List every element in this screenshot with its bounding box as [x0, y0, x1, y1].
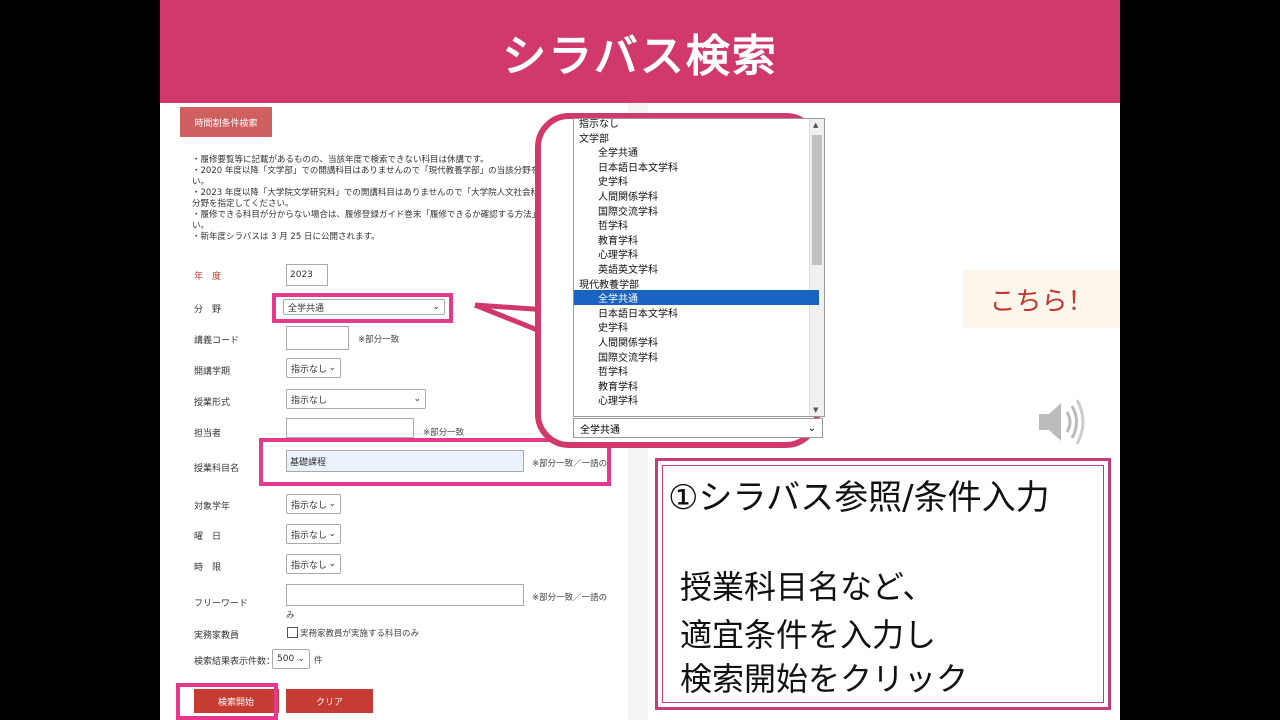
listbox-option[interactable]: 指示なし: [574, 119, 800, 130]
practitioner-label: 実務家教員: [194, 631, 240, 641]
code-input[interactable]: [286, 326, 349, 350]
chevron-down-icon: ⌄: [328, 529, 336, 539]
practitioner-checkbox-label: 実務家教員が実施する科目のみ: [300, 629, 420, 639]
field-label: 分 野: [194, 305, 222, 315]
listbox-option[interactable]: 心理学科: [574, 392, 819, 407]
day-select-value: 指示なし: [291, 530, 328, 541]
results-select-value: 500: [277, 654, 295, 664]
listbox-option[interactable]: 人間関係学科: [574, 188, 819, 203]
results-label: 検索結果表示件数：: [194, 657, 276, 667]
listbox-option[interactable]: 日本語日本文学科: [574, 159, 819, 174]
listbox-option[interactable]: 文学部: [574, 130, 800, 145]
teacher-hint: ※部分一致: [423, 428, 465, 438]
period-select[interactable]: 指示なし ⌄: [286, 554, 341, 574]
day-select[interactable]: 指示なし ⌄: [286, 524, 341, 544]
field-listbox[interactable]: ▲ ▼ 指示なし 文学部 全学共通 日本語日本文学科 史学科 人間関係学科 国際交流学科 哲学…: [573, 118, 825, 417]
search-highlight-gap: [180, 687, 194, 713]
chevron-down-icon: ⌄: [328, 559, 336, 569]
field-highlight: [272, 293, 453, 323]
results-select[interactable]: 500 ⌄: [272, 649, 310, 669]
term-select-value: 指示なし: [291, 364, 328, 375]
listbox-option[interactable]: 現代教養学部: [574, 276, 800, 291]
period-select-value: 指示なし: [291, 560, 328, 571]
listbox-option[interactable]: 全学共通: [574, 144, 819, 159]
listbox-option[interactable]: 全学共通: [574, 290, 819, 305]
code-hint: ※部分一致: [358, 335, 400, 345]
listbox-option[interactable]: 英語英文学科: [574, 261, 819, 276]
chevron-down-icon: ⌄: [328, 499, 336, 509]
day-label: 曜 日: [194, 532, 222, 542]
year-label: 年 度: [194, 272, 222, 282]
listbox-option[interactable]: 人間関係学科: [574, 334, 819, 349]
listbox-option[interactable]: 日本語日本文学科: [574, 305, 819, 320]
chevron-down-icon: ⌄: [413, 394, 421, 404]
listbox-option[interactable]: 教育学科: [574, 232, 819, 247]
listbox-option[interactable]: 史学科: [574, 319, 819, 334]
course-label: 授業科目名: [194, 464, 240, 474]
listbox-option[interactable]: 哲学科: [574, 363, 819, 378]
info-title: ①シラバス参照/条件入力: [668, 478, 1050, 518]
scroll-up-icon[interactable]: ▲: [813, 121, 818, 129]
page-title: シラバス検索: [502, 30, 778, 82]
listbox-option[interactable]: 国際交流学科: [574, 203, 819, 218]
scroll-down-icon[interactable]: ▼: [813, 406, 818, 414]
listbox-option[interactable]: 心理学科: [574, 246, 819, 261]
listbox-option[interactable]: 哲学科: [574, 217, 819, 232]
callout-label: こちら！: [963, 270, 1120, 328]
tab-timetable-search[interactable]: 時間割条件検索: [180, 107, 272, 137]
format-select-value: 指示なし: [291, 395, 328, 406]
freeword-hint: ※部分一致／一語の: [532, 593, 608, 603]
clear-button[interactable]: クリア: [286, 689, 373, 713]
title-banner: シラバス検索: [160, 0, 1120, 103]
format-label: 授業形式: [194, 398, 231, 408]
listbox-option[interactable]: 国際交流学科: [574, 349, 819, 364]
info-line: 適宜条件を入力し: [680, 616, 937, 654]
listbox-option[interactable]: 教育学科: [574, 378, 819, 393]
results-unit: 件: [314, 656, 323, 666]
period-label: 時 限: [194, 563, 222, 573]
field-dropdown-value: 全学共通: [580, 424, 620, 436]
field-dropdown[interactable]: 全学共通 ⌄: [573, 418, 823, 438]
chevron-down-icon: ⌄: [807, 422, 816, 434]
speaker-icon[interactable]: [1033, 396, 1085, 448]
format-select[interactable]: 指示なし ⌄: [286, 389, 426, 409]
year-input[interactable]: 2023: [286, 264, 328, 286]
term-select[interactable]: 指示なし ⌄: [286, 358, 341, 378]
teacher-input[interactable]: [286, 418, 414, 438]
freeword-label: フリーワード: [194, 599, 249, 609]
grade-select-value: 指示なし: [291, 500, 328, 511]
practitioner-checkbox[interactable]: [287, 627, 298, 638]
chevron-down-icon: ⌄: [328, 363, 336, 373]
listbox-option[interactable]: 史学科: [574, 173, 819, 188]
info-line: 検索開始をクリック: [680, 660, 969, 698]
grade-label: 対象学年: [194, 502, 231, 512]
chevron-down-icon: ⌄: [297, 654, 305, 664]
code-label: 講義コード: [194, 336, 240, 346]
freeword-hint-2: み: [286, 611, 295, 621]
term-label: 開講学期: [194, 367, 231, 377]
info-line: 授業科目名など、: [680, 568, 935, 606]
grade-select[interactable]: 指示なし ⌄: [286, 494, 341, 514]
teacher-label: 担当者: [194, 429, 222, 439]
freeword-input[interactable]: [286, 584, 524, 606]
